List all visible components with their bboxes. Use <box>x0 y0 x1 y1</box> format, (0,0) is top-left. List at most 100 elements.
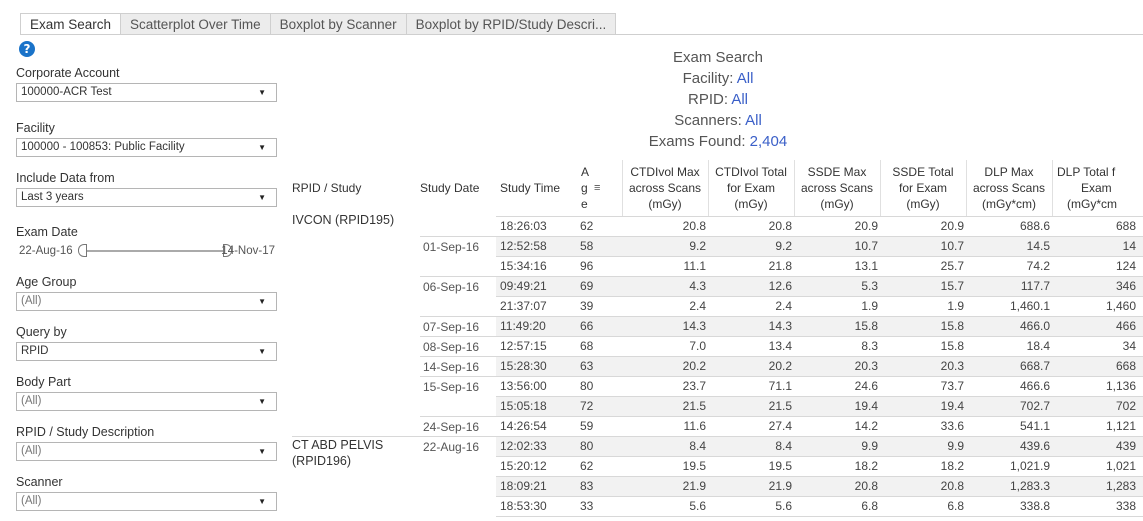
summary-scanners-value: All <box>745 112 762 129</box>
header-dlp-total[interactable]: DLP Total f Exam (mGy*cm <box>1057 164 1143 212</box>
dlp-total-cell: 346 <box>1115 279 1136 293</box>
ssde-total-cell: 15.8 <box>940 339 964 353</box>
ssde-max-cell: 6.8 <box>861 499 878 513</box>
sort-icon[interactable]: ≡ <box>594 180 600 196</box>
table-row[interactable]: 11:49:20 66 14.3 14.3 15.8 15.8 466.0 466 <box>496 316 1143 336</box>
study-date-cell: 07-Sep-16 <box>420 316 496 336</box>
tab-bar: Exam Search Scatterplot Over Time Boxplo… <box>20 13 617 35</box>
ssde-total-cell: 20.3 <box>940 359 964 373</box>
summary-facility-value: All <box>736 70 754 87</box>
study-date-cell: 01-Sep-16 <box>420 236 496 256</box>
ctdi-total-cell: 12.6 <box>768 279 792 293</box>
age-group-label: Age Group <box>16 275 77 289</box>
table-row[interactable]: 18:26:03 62 20.8 20.8 20.9 20.9 688.6 688 <box>496 216 1143 236</box>
scanner-select[interactable]: (All) ▼ <box>16 492 277 511</box>
header-ctdivol-max[interactable]: CTDIvol Max across Scans (mGy) <box>622 164 708 212</box>
ctdi-total-cell: 14.3 <box>768 319 792 333</box>
help-icon[interactable]: ? <box>19 41 35 57</box>
column-divider <box>966 160 967 216</box>
ssde-total-cell: 1.9 <box>947 299 964 313</box>
column-divider <box>794 160 795 216</box>
body-part-select[interactable]: (All) ▼ <box>16 392 277 411</box>
header-study-date[interactable]: Study Date <box>420 180 479 196</box>
ctdi-total-cell: 27.4 <box>768 419 792 433</box>
table-row[interactable]: 13:56:00 80 23.7 71.1 24.6 73.7 466.6 1,136 <box>496 376 1143 396</box>
study-time-cell: 14:26:54 <box>500 419 547 433</box>
dlp-max-cell: 466.6 <box>1019 379 1050 393</box>
age-cell: 66 <box>580 319 594 333</box>
age-cell: 62 <box>580 459 594 473</box>
table-row[interactable]: 09:49:21 69 4.3 12.6 5.3 15.7 117.7 346 <box>496 276 1143 296</box>
slider-start-handle[interactable] <box>78 244 87 257</box>
facility-select[interactable]: 100000 - 100853: Public Facility ▼ <box>16 138 277 157</box>
table-row[interactable]: 18:53:30 33 5.6 5.6 6.8 6.8 338.8 338 <box>496 496 1143 516</box>
header-dlp-max[interactable]: DLP Max across Scans (mGy*cm) <box>966 164 1052 212</box>
age-cell: 33 <box>580 499 594 513</box>
table-row[interactable]: 14:26:54 59 11.6 27.4 14.2 33.6 541.1 1,121 <box>496 416 1143 436</box>
ssde-total-cell: 20.9 <box>940 219 964 233</box>
ssde-max-cell: 19.4 <box>854 399 878 413</box>
dropdown-arrow-icon: ▼ <box>258 347 266 356</box>
query-by-select[interactable]: RPID ▼ <box>16 342 277 361</box>
body-part-value: (All) <box>21 395 42 407</box>
corporate-account-select[interactable]: 100000-ACR Test ▼ <box>16 83 277 102</box>
dlp-max-cell: 1,283.3 <box>1009 479 1050 493</box>
age-cell: 80 <box>580 379 594 393</box>
age-cell: 59 <box>580 419 594 433</box>
ssde-max-cell: 8.3 <box>861 339 878 353</box>
header-ctdivol-total[interactable]: CTDIvol Total for Exam (mGy) <box>708 164 794 212</box>
ctdi-total-cell: 21.9 <box>768 479 792 493</box>
ssde-max-cell: 24.6 <box>854 379 878 393</box>
header-age[interactable]: A g e <box>581 164 591 212</box>
tab-boxplot-by-rpid[interactable]: Boxplot by RPID/Study Descri... <box>406 13 617 35</box>
table-row[interactable]: 15:20:12 62 19.5 19.5 18.2 18.2 1,021.9 1,021 <box>496 456 1143 476</box>
table-row[interactable]: 12:02:33 80 8.4 8.4 9.9 9.9 439.6 439 <box>496 436 1143 456</box>
dlp-max-cell: 117.7 <box>1020 279 1050 293</box>
ssde-max-cell: 20.3 <box>854 359 878 373</box>
study-time-cell: 15:28:30 <box>500 359 547 373</box>
tab-boxplot-by-scanner[interactable]: Boxplot by Scanner <box>270 13 407 35</box>
ssde-max-cell: 5.3 <box>861 279 878 293</box>
dlp-total-cell: 668 <box>1115 359 1136 373</box>
summary-title: Exam Search <box>672 49 764 66</box>
header-ssde-max[interactable]: SSDE Max across Scans (mGy) <box>794 164 880 212</box>
exam-date-end: 14-Nov-17 <box>221 245 275 257</box>
table-row[interactable]: 15:05:18 72 21.5 21.5 19.4 19.4 702.7 702 <box>496 396 1143 416</box>
rpid-study-select[interactable]: (All) ▼ <box>16 442 277 461</box>
dlp-total-cell: 1,136 <box>1105 379 1136 393</box>
table-row[interactable]: 12:52:58 58 9.2 9.2 10.7 10.7 14.5 14 <box>496 236 1143 256</box>
study-time-cell: 13:56:00 <box>500 379 547 393</box>
study-time-cell: 18:53:30 <box>500 499 547 513</box>
table-row[interactable]: 21:37:07 39 2.4 2.4 1.9 1.9 1,460.1 1,460 <box>496 296 1143 316</box>
rpid-group-ivcon: IVCON (RPID195) <box>292 213 395 227</box>
table-row[interactable]: 18:09:21 83 21.9 21.9 20.8 20.8 1,283.3 1,283 <box>496 476 1143 496</box>
ssde-max-cell: 20.9 <box>854 219 878 233</box>
ctdi-max-cell: 23.7 <box>682 379 706 393</box>
exam-date-slider[interactable]: 22-Aug-16 14-Nov-17 <box>16 243 278 261</box>
study-date-cell: 24-Sep-16 <box>420 416 496 436</box>
tab-scatterplot-over-time[interactable]: Scatterplot Over Time <box>121 13 271 35</box>
header-rpid-study[interactable]: RPID / Study <box>292 180 361 196</box>
header-study-time[interactable]: Study Time <box>500 180 560 196</box>
dlp-total-cell: 1,283 <box>1105 479 1136 493</box>
table-row[interactable]: 12:57:15 68 7.0 13.4 8.3 15.8 18.4 34 <box>496 336 1143 356</box>
slider-track <box>82 250 227 252</box>
table-row[interactable]: 15:34:16 96 11.1 21.8 13.1 25.7 74.2 124 <box>496 256 1143 276</box>
study-date-cell: 06-Sep-16 <box>420 276 496 296</box>
ssde-max-cell: 1.9 <box>861 299 878 313</box>
ctdi-max-cell: 21.9 <box>682 479 706 493</box>
study-time-cell: 12:52:58 <box>500 239 547 253</box>
corporate-account-value: 100000-ACR Test <box>21 86 112 98</box>
summary-exams-value: 2,404 <box>749 133 788 150</box>
age-group-value: (All) <box>21 295 42 307</box>
ctdi-max-cell: 5.6 <box>689 499 706 513</box>
ssde-total-cell: 9.9 <box>947 439 964 453</box>
ctdi-total-cell: 21.8 <box>768 259 792 273</box>
table-row[interactable]: 15:28:30 63 20.2 20.2 20.3 20.3 668.7 668 <box>496 356 1143 376</box>
age-group-select[interactable]: (All) ▼ <box>16 292 277 311</box>
header-ssde-total[interactable]: SSDE Total for Exam (mGy) <box>880 164 966 212</box>
tab-exam-search[interactable]: Exam Search <box>20 13 122 35</box>
include-data-select[interactable]: Last 3 years ▼ <box>16 188 277 207</box>
summary-rpid: RPID: All <box>687 91 749 108</box>
dlp-total-cell: 34 <box>1122 339 1136 353</box>
